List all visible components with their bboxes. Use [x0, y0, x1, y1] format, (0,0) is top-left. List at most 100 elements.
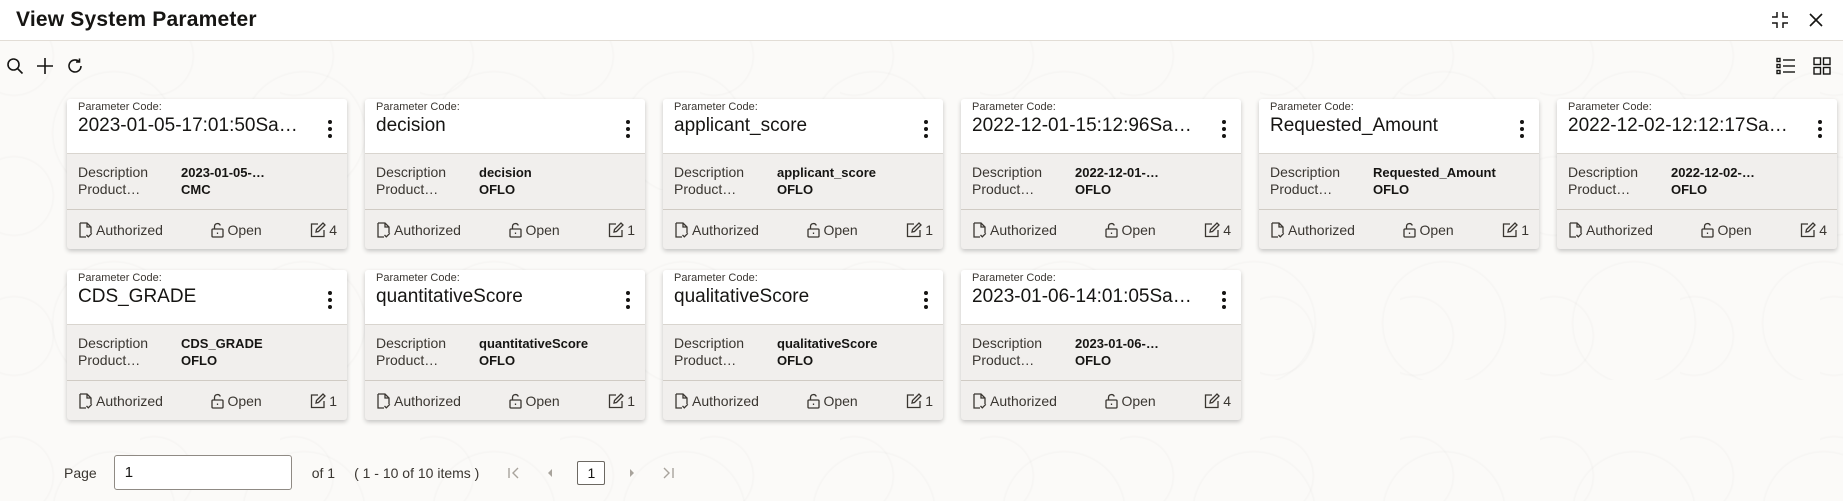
- description-label: Description: [674, 164, 745, 180]
- record-status-text: Open: [1121, 392, 1156, 409]
- plus-icon[interactable]: [34, 55, 56, 77]
- edit-icon: [906, 392, 923, 409]
- edit-icon: [1204, 392, 1221, 409]
- modification-count-text: 1: [1521, 221, 1529, 238]
- description-label: Description: [1270, 164, 1341, 180]
- more-actions-icon[interactable]: [1519, 119, 1525, 139]
- refresh-icon[interactable]: [64, 55, 86, 77]
- more-actions-icon[interactable]: [625, 290, 631, 310]
- parameter-card[interactable]: Parameter Code: Requested_Amount Descrip…: [1259, 99, 1539, 249]
- next-page-icon[interactable]: [623, 464, 641, 482]
- search-icon[interactable]: [4, 55, 26, 77]
- more-actions-icon[interactable]: [1817, 119, 1823, 139]
- page-number-input[interactable]: [113, 455, 292, 490]
- parameter-card[interactable]: Parameter Code: 2022-12-02-12:12:17Sampl…: [1557, 99, 1837, 249]
- parameter-code-label: Parameter Code:: [972, 272, 1056, 284]
- modification-count-text: 1: [627, 221, 635, 238]
- product-label: Product…: [376, 181, 439, 197]
- description-value: quantitativeScore: [479, 336, 589, 351]
- pagination: Page of 1 ( 1 - 10 of 10 items ) 1: [64, 455, 677, 490]
- parameter-code-value: 2022-12-01-15:12:96Sampl…: [972, 115, 1207, 136]
- parameter-card[interactable]: Parameter Code: 2023-01-06-14:01:05Samp……: [961, 270, 1241, 420]
- more-actions-icon[interactable]: [625, 119, 631, 139]
- card-body: Description applicant_score Product… OFL…: [663, 153, 943, 207]
- modification-count: 1: [906, 393, 933, 409]
- card-footer: Authorized Open 1: [663, 209, 943, 249]
- authorized-document-icon: [973, 221, 987, 238]
- product-label: Product…: [674, 352, 737, 368]
- product-label: Product…: [972, 352, 1035, 368]
- list-view-icon[interactable]: [1775, 55, 1797, 77]
- previous-page-icon[interactable]: [541, 464, 559, 482]
- card-body: Description Requested_Amount Product… OF…: [1259, 153, 1539, 207]
- description-value: 2023-01-06-…: [1075, 336, 1159, 351]
- modification-count-text: 4: [1223, 221, 1231, 238]
- product-label: Product…: [674, 181, 737, 197]
- product-value: OFLO: [777, 353, 814, 368]
- edit-icon: [608, 392, 625, 409]
- more-actions-icon[interactable]: [1221, 290, 1227, 310]
- authorization-status: Authorized: [79, 222, 163, 238]
- description-label: Description: [972, 164, 1043, 180]
- more-actions-icon[interactable]: [1221, 119, 1227, 139]
- parameter-code-value: 2023-01-05-17:01:50Samp…: [78, 115, 313, 136]
- card-footer: Authorized Open 4: [961, 209, 1241, 249]
- edit-icon: [608, 221, 625, 238]
- parameter-card[interactable]: Parameter Code: decision Description dec…: [365, 99, 645, 249]
- parameter-card[interactable]: Parameter Code: applicant_score Descript…: [663, 99, 943, 249]
- product-label: Product…: [376, 352, 439, 368]
- card-footer: Authorized Open 1: [1259, 209, 1539, 249]
- authorized-document-icon: [675, 221, 689, 238]
- description-value: decision: [479, 165, 532, 180]
- parameter-card[interactable]: Parameter Code: 2022-12-01-15:12:96Sampl…: [961, 99, 1241, 249]
- current-page-number[interactable]: 1: [577, 460, 606, 485]
- first-page-icon[interactable]: [505, 464, 523, 482]
- more-actions-icon[interactable]: [923, 290, 929, 310]
- description-label: Description: [674, 335, 745, 351]
- product-value: OFLO: [1373, 182, 1410, 197]
- authorization-status-text: Authorized: [692, 221, 759, 238]
- record-status: Open: [1701, 222, 1752, 238]
- description-value: 2022-12-02-…: [1671, 165, 1755, 180]
- more-actions-icon[interactable]: [327, 290, 333, 310]
- modification-count-text: 4: [1223, 392, 1231, 409]
- parameter-card[interactable]: Parameter Code: 2023-01-05-17:01:50Samp……: [67, 99, 347, 249]
- unlock-icon: [807, 393, 821, 409]
- product-value: OFLO: [1671, 182, 1708, 197]
- more-actions-icon[interactable]: [327, 119, 333, 139]
- header-actions: [1769, 9, 1827, 31]
- authorization-status-text: Authorized: [96, 221, 163, 238]
- parameter-code-value: decision: [376, 115, 446, 136]
- record-status-text: Open: [1419, 221, 1454, 238]
- close-icon[interactable]: [1805, 9, 1827, 31]
- card-header: Parameter Code: qualitativeScore: [663, 270, 943, 324]
- modification-count: 4: [1800, 222, 1827, 238]
- parameter-card[interactable]: Parameter Code: quantitativeScore Descri…: [365, 270, 645, 420]
- authorization-status: Authorized: [377, 393, 461, 409]
- product-value: OFLO: [1075, 353, 1112, 368]
- unlock-icon: [211, 222, 225, 238]
- modification-count-text: 1: [627, 392, 635, 409]
- record-status: Open: [1403, 221, 1454, 238]
- card-body: Description decision Product… OFLO: [365, 153, 645, 207]
- description-label: Description: [1568, 164, 1639, 180]
- grid-view-icon[interactable]: [1811, 55, 1833, 77]
- record-status: Open: [1105, 222, 1156, 238]
- modification-count: 1: [608, 393, 635, 409]
- record-status: Open: [211, 222, 262, 238]
- description-label: Description: [78, 164, 149, 180]
- product-value: OFLO: [1075, 182, 1112, 197]
- last-page-icon[interactable]: [659, 464, 677, 482]
- unlock-icon: [211, 393, 225, 409]
- minimize-icon[interactable]: [1769, 9, 1791, 31]
- more-actions-icon[interactable]: [923, 119, 929, 139]
- unlock-icon: [509, 393, 523, 409]
- parameter-code-label: Parameter Code:: [1568, 101, 1652, 113]
- parameter-card[interactable]: Parameter Code: qualitativeScore Descrip…: [663, 270, 943, 420]
- parameter-code-label: Parameter Code:: [674, 272, 758, 284]
- parameter-code-label: Parameter Code:: [376, 101, 460, 113]
- authorization-status-text: Authorized: [1288, 221, 1355, 238]
- parameter-card[interactable]: Parameter Code: CDS_GRADE Description CD…: [67, 270, 347, 420]
- edit-icon: [310, 392, 327, 409]
- authorized-document-icon: [973, 392, 987, 409]
